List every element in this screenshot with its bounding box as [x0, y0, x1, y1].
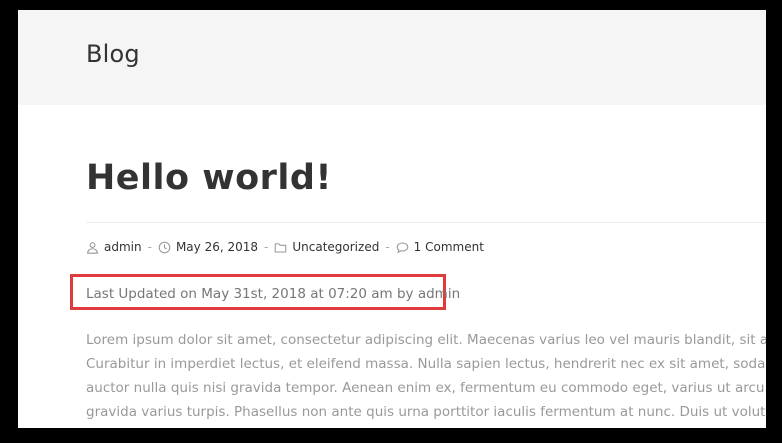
meta-date: May 26, 2018 [175, 240, 259, 254]
meta-separator: - [147, 240, 152, 254]
meta-category-link[interactable]: Uncategorized [292, 240, 379, 254]
page-header: Blog [18, 10, 766, 105]
folder-icon [274, 241, 287, 254]
post-title[interactable]: Hello world! [86, 158, 332, 198]
last-updated-text: Last Updated on May 31st, 2018 at 07:20 … [86, 286, 461, 302]
meta-separator: - [385, 240, 390, 254]
body-line: Curabitur in imperdiet lectus, et eleife… [86, 356, 766, 372]
post-body: Lorem ipsum dolor sit amet, consectetur … [86, 328, 766, 424]
page-content: Blog Hello world! admin - May 26, 2018 -… [18, 10, 766, 428]
body-line: gravida varius turpis. Phasellus non ant… [86, 404, 766, 420]
body-line: Lorem ipsum dolor sit amet, consectetur … [86, 332, 766, 348]
meta-comments-link[interactable]: 1 Comment [414, 240, 484, 254]
comment-icon [396, 241, 409, 254]
user-icon [86, 241, 99, 254]
meta-separator: - [264, 240, 269, 254]
meta-author-link[interactable]: admin [104, 240, 142, 254]
page-header-title: Blog [86, 40, 140, 68]
title-divider [86, 222, 766, 223]
post-meta: admin - May 26, 2018 - Uncategorized - 1… [86, 239, 484, 255]
body-line: auctor nulla quis nisi gravida tempor. A… [86, 380, 766, 396]
clock-icon [158, 241, 171, 254]
